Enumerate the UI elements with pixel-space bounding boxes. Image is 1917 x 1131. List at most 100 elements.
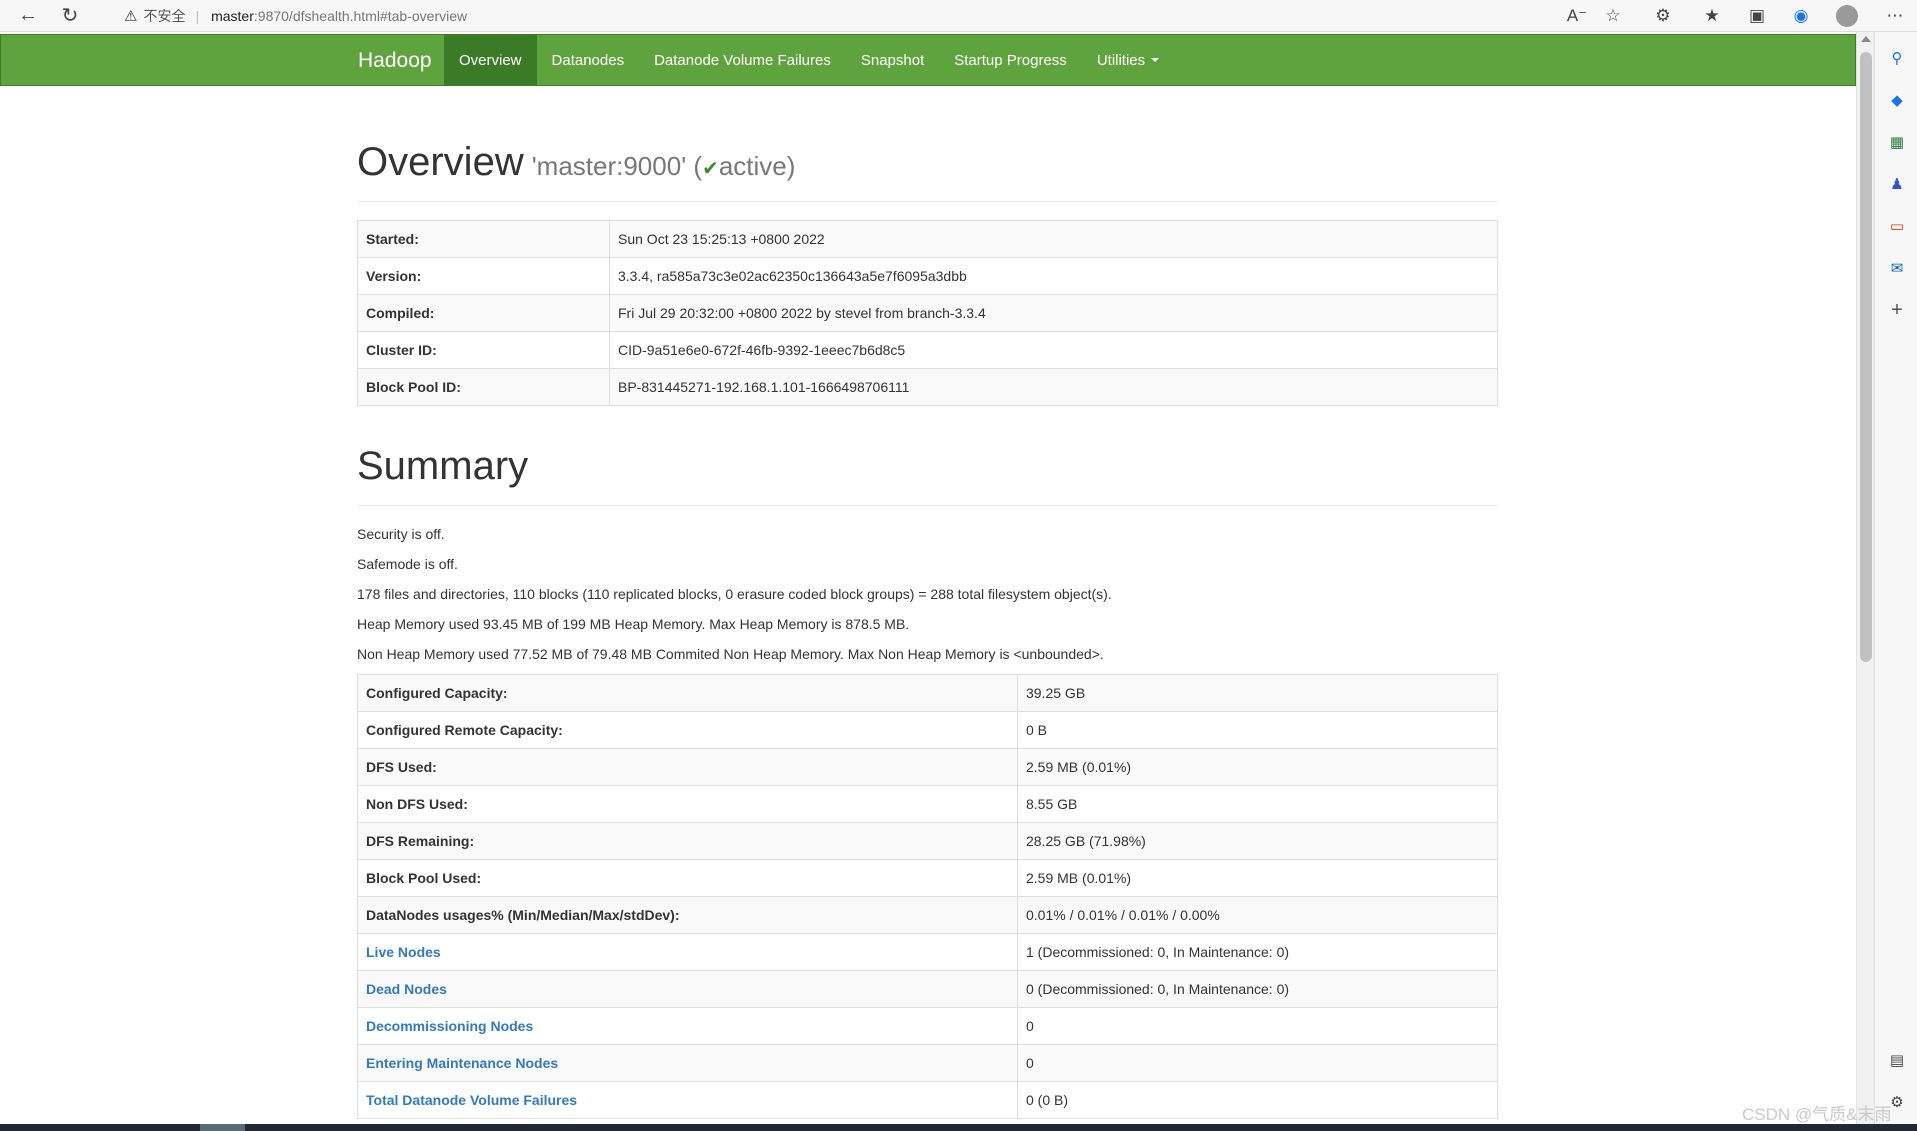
nav-overview-label: Overview [459,51,522,69]
table-row: Configured Remote Capacity: 0 B [357,711,1498,749]
entering-maintenance-nodes-link[interactable]: Entering Maintenance Nodes [366,1055,558,1071]
page-scrollbar[interactable] [1856,32,1874,1124]
summary-header: Summary [357,444,1498,506]
outlook-icon[interactable]: ✉ [1887,258,1907,278]
summary-table: Configured Capacity: 39.25 GB Configured … [357,674,1498,1119]
nav-datanodes[interactable]: Datanodes [537,35,640,85]
row-key: Started: [357,220,610,258]
row-key-cell: Dead Nodes [357,970,1018,1008]
row-key: Block Pool ID: [357,368,610,406]
overview-title-text: Overview [357,140,524,184]
nav-utilities-label: Utilities [1096,51,1146,69]
shopping-tag-icon[interactable]: ◆ [1887,90,1907,110]
back-arrow-icon[interactable]: ← [12,0,44,32]
row-key: Version: [357,257,610,295]
add-icon[interactable]: + [1887,299,1907,321]
hadoop-navbar: Hadoop Overview Datanodes Datanode Volum… [0,34,1856,86]
row-value: 0 [1017,1044,1498,1082]
row-value: 0.01% / 0.01% / 0.01% / 0.00% [1017,896,1498,934]
filesystem-objects: 178 files and directories, 110 blocks (1… [357,586,1112,602]
nav-volume-failures-label: Datanode Volume Failures [654,51,831,69]
nav-menu: Overview Datanodes Datanode Volume Failu… [444,35,1174,85]
row-value: 28.25 GB (71.98%) [1017,822,1498,860]
read-aloud-icon[interactable]: A⁻ [1562,0,1592,32]
summary-title: Summary [357,444,529,488]
profile-avatar[interactable] [1832,0,1862,32]
nav-snapshot-label: Snapshot [860,51,925,69]
decommissioning-nodes-link[interactable]: Decommissioning Nodes [366,1018,533,1034]
check-icon: ✔ [702,158,719,180]
tools-icon[interactable]: ▦ [1887,132,1907,152]
address-bar[interactable]: ⚠ 不安全 | master :9870/dfshealth.html#tab-… [124,4,467,28]
live-nodes-link[interactable]: Live Nodes [366,944,441,960]
row-key: Configured Capacity: [357,674,1018,712]
overview-title: Overview 'master:9000' (✔active) [357,140,1498,185]
table-row: Non DFS Used: 8.55 GB [357,785,1498,823]
overview-header: Overview 'master:9000' (✔active) [357,140,1498,202]
nav-volume-failures[interactable]: Datanode Volume Failures [639,35,846,85]
favorites-icon[interactable]: ★ [1697,0,1727,32]
scroll-thumb[interactable] [1860,52,1872,662]
caret-down-icon [1151,58,1160,62]
non-heap-memory: Non Heap Memory used 77.52 MB of 79.48 M… [357,646,1104,662]
nav-overview[interactable]: Overview [444,35,537,85]
heap-memory: Heap Memory used 93.45 MB of 199 MB Heap… [357,616,910,632]
row-value: 0 [1017,1007,1498,1045]
table-row: Started: Sun Oct 23 15:25:13 +0800 2022 [357,220,1498,258]
row-key-cell: Live Nodes [357,933,1018,971]
namenode-address: 'master:9000' [531,151,687,181]
status-open-paren: ( [693,151,703,181]
row-key: Configured Remote Capacity: [357,711,1018,749]
nav-snapshot[interactable]: Snapshot [846,35,939,85]
url-path: :9870/dfshealth.html#tab-overview [253,7,468,24]
table-row: Entering Maintenance Nodes 0 [357,1044,1498,1082]
edge-sidebar: ⚲ ◆ ▦ ♟ ▭ ✉ + ▤ ⚙ [1874,32,1917,1124]
safemode-status: Safemode is off. [357,556,458,572]
nav-startup-progress-label: Startup Progress [954,51,1067,69]
table-row: Block Pool ID: BP-831445271-192.168.1.101… [357,368,1498,406]
extensions-icon[interactable]: ⚙ [1648,0,1678,32]
table-row: DFS Used: 2.59 MB (0.01%) [357,748,1498,786]
table-row: Total Datanode Volume Failures 0 (0 B) [357,1081,1498,1119]
reload-icon[interactable]: ↻ [54,0,86,32]
summary-lines: Security is off. Safemode is off. 178 fi… [357,524,1498,664]
dead-nodes-link[interactable]: Dead Nodes [366,981,447,997]
table-row: Dead Nodes 0 (Decommissioned: 0, In Maint… [357,970,1498,1008]
nav-startup-progress[interactable]: Startup Progress [939,35,1082,85]
taskbar-active-item [200,1124,245,1131]
row-value: 0 (0 B) [1017,1081,1498,1119]
nav-datanodes-label: Datanodes [551,51,625,69]
volume-failures-link[interactable]: Total Datanode Volume Failures [366,1092,577,1108]
search-icon[interactable]: ⚲ [1887,48,1907,68]
sidebar-toggle-icon[interactable]: ▤ [1887,1050,1907,1070]
overview-table: Started: Sun Oct 23 15:25:13 +0800 2022 V… [357,220,1498,406]
main-content: Overview 'master:9000' (✔active) Started:… [357,140,1498,1119]
nav-utilities-dropdown[interactable]: Utilities [1082,35,1174,85]
url-host: master [211,7,254,24]
collections-icon[interactable]: ▣ [1742,0,1772,32]
add-favorite-icon[interactable]: ☆ [1598,0,1628,32]
row-key: Block Pool Used: [357,859,1018,897]
scroll-up-icon[interactable] [1861,36,1871,42]
row-value: CID-9a51e6e0-672f-46fb-9392-1eeec7b6d8c5 [609,331,1498,369]
table-row: Block Pool Used: 2.59 MB (0.01%) [357,859,1498,897]
table-row: DataNodes usages% (Min/Median/Max/stdDev… [357,896,1498,934]
browser-essentials-icon[interactable]: ◉ [1786,0,1816,32]
table-row: Cluster ID: CID-9a51e6e0-672f-46fb-9392-1… [357,331,1498,369]
namenode-status: 'master:9000' (✔active) [532,151,796,181]
row-value: 0 (Decommissioned: 0, In Maintenance: 0) [1017,970,1498,1008]
table-row: Compiled: Fri Jul 29 20:32:00 +0800 2022 … [357,294,1498,332]
browser-toolbar: ← ↻ ⚠ 不安全 | master :9870/dfshealth.html#… [0,0,1917,32]
brand-link[interactable]: Hadoop [358,49,432,73]
row-value: 1 (Decommissioned: 0, In Maintenance: 0) [1017,933,1498,971]
row-key: Compiled: [357,294,610,332]
row-value: 8.55 GB [1017,785,1498,823]
office-icon[interactable]: ▭ [1887,216,1907,236]
csdn-watermark: CSDN @气质&末雨 [1742,1105,1892,1124]
row-key: DFS Remaining: [357,822,1018,860]
row-value: 2.59 MB (0.01%) [1017,748,1498,786]
more-menu-icon[interactable]: ⋯ [1880,0,1910,32]
games-icon[interactable]: ♟ [1887,174,1907,194]
table-row: Decommissioning Nodes 0 [357,1007,1498,1045]
row-value: 0 B [1017,711,1498,749]
